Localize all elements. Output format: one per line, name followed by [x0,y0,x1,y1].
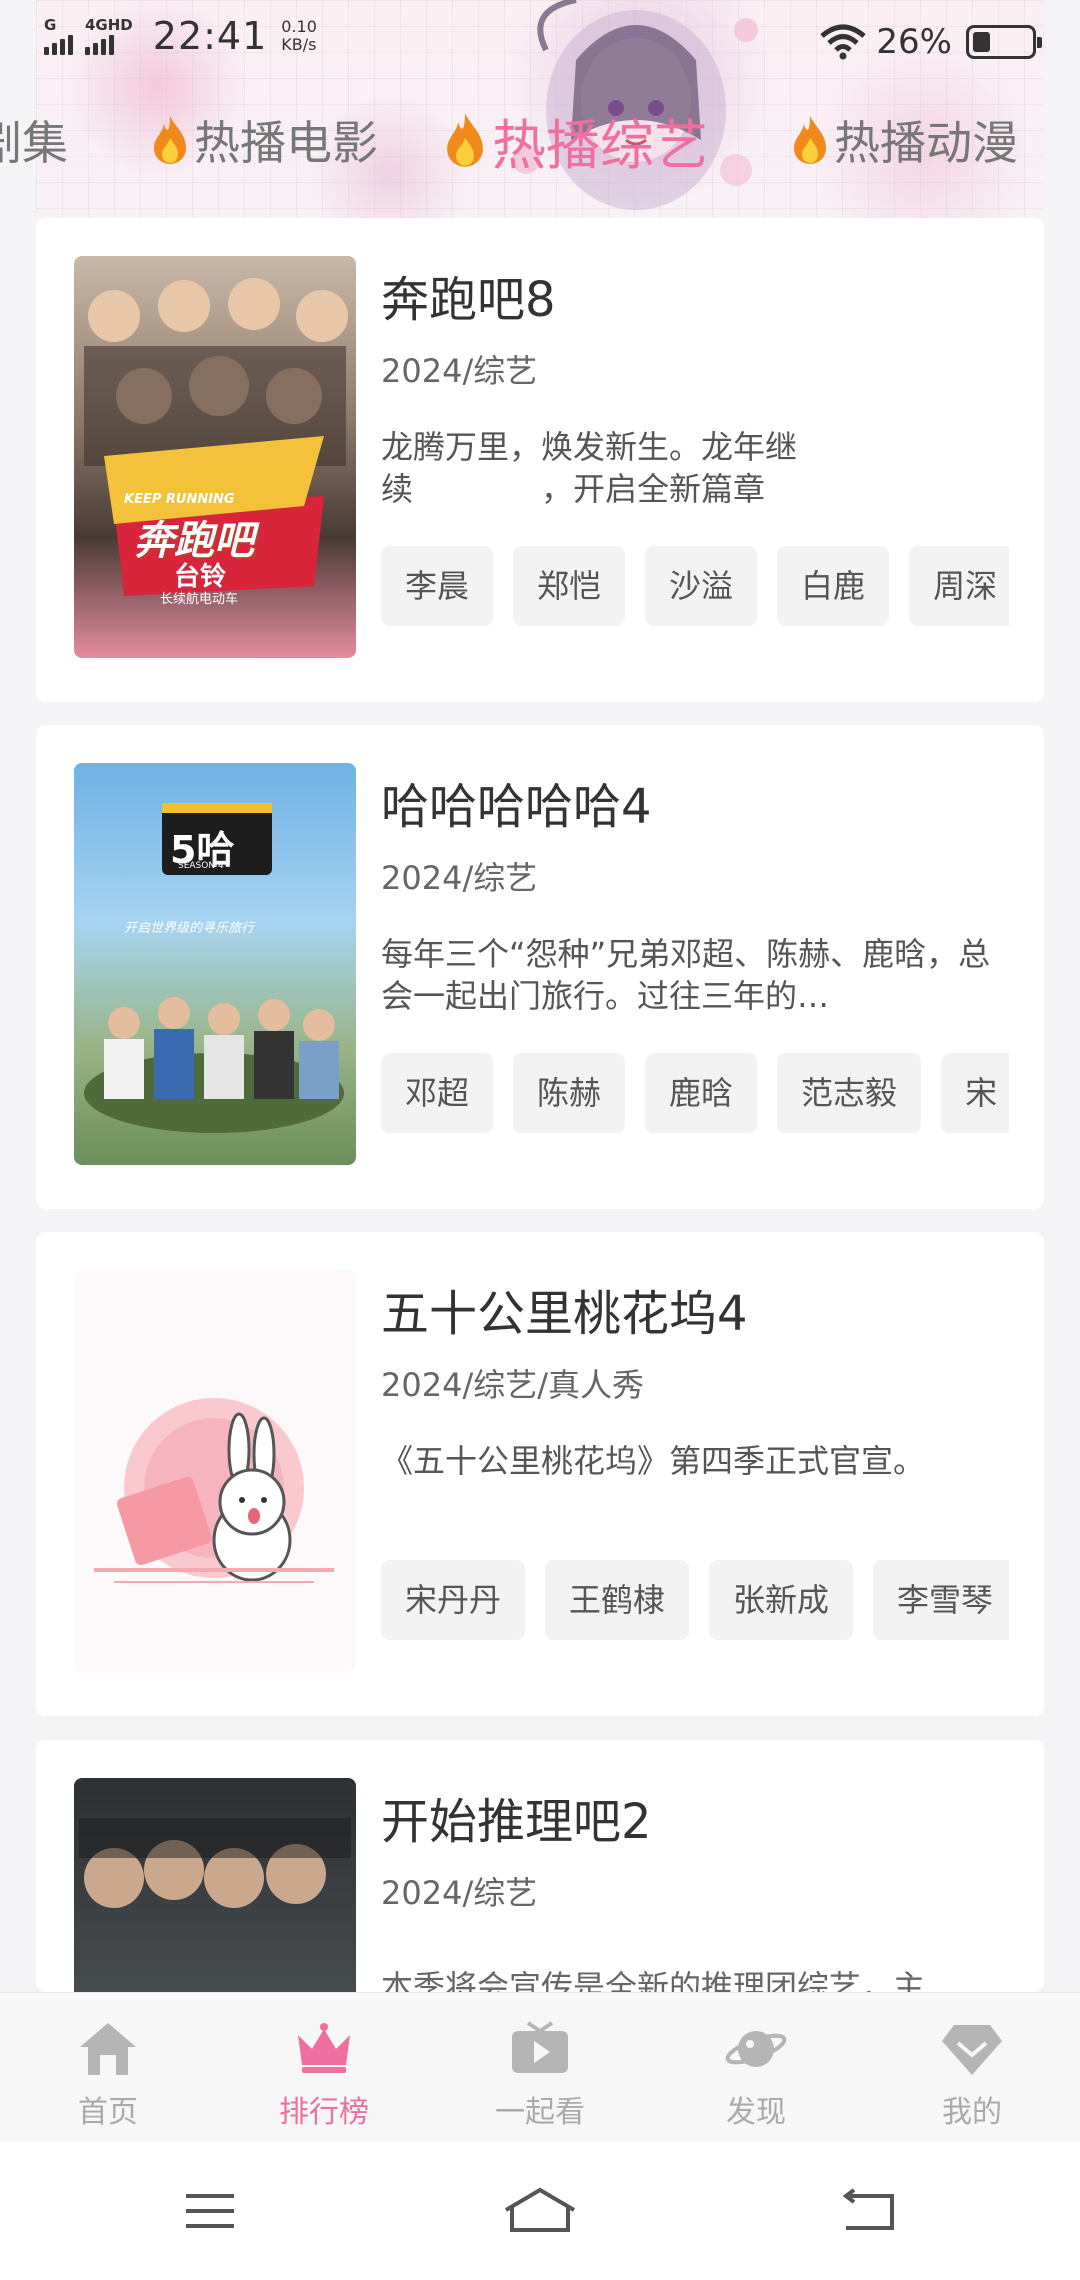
tv-play-icon [512,2021,568,2073]
cast-tag[interactable]: 陈赫 [513,1053,626,1133]
nav-label: 排行榜 [279,2095,369,2130]
tab-label: 热播动漫 [834,116,1018,170]
cast-tags: 邓超 陈赫 鹿晗 范志毅宋 [381,1053,1009,1133]
speed-unit: KB/s [281,35,317,54]
show-meta: 2024/综艺 [381,1874,538,1912]
nav-discover[interactable]: 发现 [648,1993,864,2142]
nav-label: 我的 [942,2095,1002,2130]
cast-tags: 宋丹丹 王鹤棣 张新成 李雪琴 [381,1560,1009,1640]
poster-slogan: 开启世界级的寻乐旅行 [124,921,255,936]
poster-art [79,1818,351,1908]
nav-mine[interactable]: 我的 [864,1993,1080,2142]
show-card[interactable]: KEEP RUNNING 奔跑吧 台铃 长续航电动车 奔跑吧8 2024/综艺 … [36,218,1044,702]
show-poster: KEEP RUNNING 奔跑吧 台铃 长续航电动车 [74,256,356,658]
cast-tag[interactable]: 郑恺 [513,546,626,626]
battery-percent: 26% [876,22,952,62]
show-description: 龙腾万里，焕发新生。龙年继 续 ，开启全新篇章 [381,428,798,508]
cast-tag[interactable]: 王鹤棣 [545,1560,690,1640]
home-icon [80,2023,136,2075]
show-meta: 2024/综艺 [381,859,538,897]
flame-icon [790,114,830,166]
clock: 22:41 [152,14,268,58]
cast-tag[interactable]: 沙溢 [645,546,758,626]
show-title[interactable]: 开始推理吧2 [381,1782,652,1852]
show-title[interactable]: 哈哈哈哈哈4 [381,767,652,837]
show-poster [74,1778,356,1992]
show-poster: 5哈 SEASON 4 开启世界级的寻乐旅行 [74,763,356,1165]
cast-tag[interactable]: 邓超 [381,1053,494,1133]
signal-bars-icon [85,33,114,55]
show-card[interactable]: 五十公里桃花坞4 2024/综艺/真人秀 《五十公里桃花坞》第四季正式官宣。 宋… [36,1232,1044,1716]
nav-watch-together[interactable]: 一起看 [432,1993,648,2142]
speed-value: 0.10 [281,17,317,36]
nav-ranking[interactable]: 排行榜 [216,1993,432,2142]
cast-tag[interactable]: 白鹿 [777,546,890,626]
poster-season: SEASON 4 [178,861,224,871]
system-nav-bar [0,2142,1080,2280]
app-screen: G 4GHD 22:41 0.10 KB/s 26% 集 热播电影 热播综艺 热… [0,0,1080,2280]
poster-sponsor-sub: 长续航电动车 [160,592,239,607]
tab-series[interactable]: 剧集 [0,100,68,180]
category-tabs: 剧集 热播电影 热播综艺 热播动漫 [0,100,1080,180]
status-bar: G 4GHD 22:41 0.10 KB/s 26% [0,0,1080,90]
show-meta: 2024/综艺 [381,352,538,390]
show-card[interactable]: 开始推理吧2 2024/综艺 本季将会宣传是全新的推理团综艺，主… [36,1740,1044,1992]
home-button-icon[interactable] [502,2186,578,2236]
tab-hot-variety[interactable]: 热播综艺 [442,100,708,180]
show-description: 《五十公里桃花坞》第四季正式官宣。 [381,1442,926,1480]
bottom-nav: 首页 排行榜 一起看 发现 我的 [0,1992,1080,2142]
network-speed: 0.10 KB/s [281,18,317,54]
show-description: 每年三个“怨种”兄弟邓超、陈赫、鹿晗，总会一起出门旅行。过往三年的… [381,935,991,1015]
cast-tag[interactable]: 李雪琴 [873,1560,1009,1640]
cast-tags: 李晨 郑恺 沙溢 白鹿 周深 [381,546,1009,626]
battery-icon [966,25,1042,59]
show-title[interactable]: 五十公里桃花坞4 [381,1274,748,1344]
nav-label: 一起看 [495,2095,585,2130]
cast-tag[interactable]: 鹿晗 [645,1053,758,1133]
cast-tag[interactable]: 李晨 [381,546,494,626]
signal-bars-icon [44,33,73,55]
menu-icon[interactable] [180,2186,240,2236]
bunny-placeholder-icon [94,1398,334,1583]
back-icon[interactable] [840,2186,900,2236]
flame-icon [442,111,488,169]
flame-icon [150,114,190,166]
cast-tag[interactable]: 宋丹丹 [381,1560,526,1640]
show-card[interactable]: 5哈 SEASON 4 开启世界级的寻乐旅行 哈哈哈哈哈4 2024/综艺 每年… [36,725,1044,1209]
sim1-signal: G [44,17,73,55]
nav-label: 发现 [726,2095,786,2130]
sim1-label: G [44,16,57,34]
show-description: 本季将会宣传是全新的推理团综艺，主… [381,1968,958,1992]
crown-icon [298,2023,350,2073]
cast-tag[interactable]: 张新成 [709,1560,854,1640]
battery-fill [973,32,990,52]
sim2-label: 4GHD [85,16,133,34]
diamond-icon [942,2025,1002,2075]
wifi-icon [820,24,867,60]
show-meta: 2024/综艺/真人秀 [381,1366,645,1404]
tab-label: 剧集 [0,116,68,170]
tab-hot-anime[interactable]: 热播动漫 [790,100,1018,180]
show-poster-placeholder [74,1270,356,1672]
cast-tag[interactable]: 范志毅 [777,1053,922,1133]
planet-icon [725,2031,787,2067]
show-title[interactable]: 奔跑吧8 [381,260,556,330]
poster-keep-running: KEEP RUNNING [124,492,235,507]
nav-label: 首页 [78,2095,138,2130]
nav-home[interactable]: 首页 [0,1993,216,2142]
tab-label: 热播综艺 [492,113,708,177]
tab-label: 热播电影 [194,116,378,170]
sim2-signal: 4GHD [85,17,133,55]
cast-tag[interactable]: 宋 [941,1053,1009,1133]
tab-hot-movies[interactable]: 热播电影 [150,100,378,180]
cast-tag[interactable]: 周深 [909,546,1009,626]
